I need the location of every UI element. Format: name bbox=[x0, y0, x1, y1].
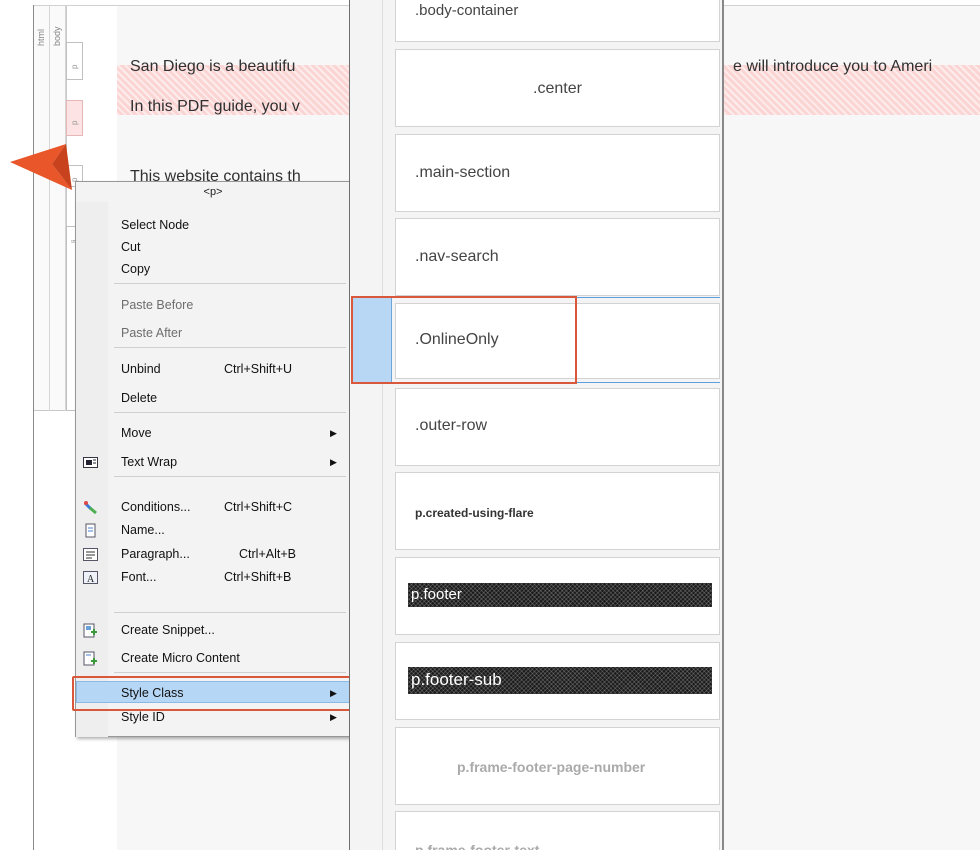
class-item-p-created-using-flare[interactable]: p.created-using-flare bbox=[395, 472, 720, 550]
paragraph-icon bbox=[83, 548, 98, 561]
class-item-p-frame-footer-text[interactable]: p.frame-footer-text bbox=[395, 811, 720, 850]
menu-item-unbind[interactable]: Unbind Ctrl+Shift+U bbox=[76, 358, 350, 380]
context-menu: <p> Select Node Cut Copy Paste Before Pa… bbox=[75, 181, 351, 737]
screen: html body p p p li San Diego is a beauti… bbox=[0, 0, 980, 850]
menu-item-copy[interactable]: Copy bbox=[76, 258, 350, 280]
font-icon: A bbox=[83, 571, 98, 585]
menu-item-paste-after[interactable]: Paste After bbox=[76, 322, 350, 344]
structure-p-1[interactable]: p bbox=[66, 42, 83, 80]
class-item-main-section[interactable]: .main-section bbox=[395, 134, 720, 212]
class-label-p-footer: p.footer bbox=[411, 586, 462, 603]
structure-tag-html: html bbox=[36, 28, 46, 46]
menu-item-paragraph[interactable]: Paragraph... Ctrl+Alt+B bbox=[76, 543, 350, 565]
class-item-body-container[interactable]: .body-container bbox=[395, 0, 720, 42]
menu-item-font[interactable]: A Font... Ctrl+Shift+B bbox=[76, 566, 350, 588]
menu-item-delete[interactable]: Delete bbox=[76, 387, 350, 409]
paragraph-2-left: In this PDF guide, you v bbox=[130, 98, 300, 115]
shortcut-font: Ctrl+Shift+B bbox=[224, 570, 292, 584]
structure-col-body[interactable]: body bbox=[50, 6, 66, 411]
menu-item-name[interactable]: Name... bbox=[76, 519, 350, 541]
menu-item-select-node[interactable]: Select Node bbox=[76, 214, 350, 236]
menu-item-create-snippet[interactable]: Create Snippet... bbox=[76, 619, 350, 641]
snippet-icon bbox=[83, 623, 97, 638]
micro-content-icon bbox=[83, 651, 97, 666]
class-item-nav-search[interactable]: .nav-search bbox=[395, 218, 720, 296]
structure-col-html[interactable]: html bbox=[34, 6, 50, 411]
menu-item-move[interactable]: Move ▶ bbox=[76, 422, 350, 444]
name-icon bbox=[85, 523, 96, 538]
menu-item-paste-before[interactable]: Paste Before bbox=[76, 294, 350, 316]
menu-item-cut[interactable]: Cut bbox=[76, 236, 350, 258]
menu-separator bbox=[114, 672, 346, 673]
callout-style-class bbox=[72, 676, 354, 711]
callout-onlineonly bbox=[351, 296, 577, 384]
class-item-p-frame-footer-page-number[interactable]: p.frame-footer-page-number bbox=[395, 727, 720, 805]
conditions-icon bbox=[83, 501, 97, 515]
menu-separator bbox=[114, 476, 346, 477]
menu-item-text-wrap[interactable]: Text Wrap ▶ bbox=[76, 451, 350, 473]
shortcut-paragraph: Ctrl+Alt+B bbox=[239, 547, 296, 561]
menu-item-create-micro-content[interactable]: Create Micro Content bbox=[76, 647, 350, 669]
paragraph-1-right: e will introduce you to Ameri bbox=[733, 58, 933, 75]
menu-item-conditions[interactable]: Conditions... Ctrl+Shift+C bbox=[76, 496, 350, 518]
panel-gutter-line bbox=[382, 0, 383, 850]
structure-p-2[interactable]: p bbox=[66, 100, 83, 136]
shortcut-conditions: Ctrl+Shift+C bbox=[224, 500, 293, 514]
class-label-p-footer-sub: p.footer-sub bbox=[411, 670, 502, 689]
structure-tag-body: body bbox=[52, 26, 62, 46]
menu-separator bbox=[114, 347, 346, 348]
menu-separator bbox=[114, 412, 346, 413]
paragraph-1-left: San Diego is a beautifu bbox=[130, 58, 296, 75]
menu-header-node: <p> bbox=[203, 186, 223, 198]
svg-text:A: A bbox=[87, 574, 95, 585]
shortcut-unbind: Ctrl+Shift+U bbox=[224, 362, 293, 376]
paragraph-3-left: This website contains th bbox=[130, 168, 301, 182]
class-item-center[interactable]: .center bbox=[395, 49, 720, 127]
pointer-arrow-icon bbox=[10, 144, 72, 190]
text-wrap-icon bbox=[83, 457, 98, 468]
submenu-arrow-icon: ▶ bbox=[330, 428, 337, 438]
menu-separator bbox=[114, 612, 346, 613]
class-item-outer-row[interactable]: .outer-row bbox=[395, 388, 720, 466]
menu-separator bbox=[114, 283, 346, 284]
submenu-arrow-icon: ▶ bbox=[330, 457, 337, 467]
